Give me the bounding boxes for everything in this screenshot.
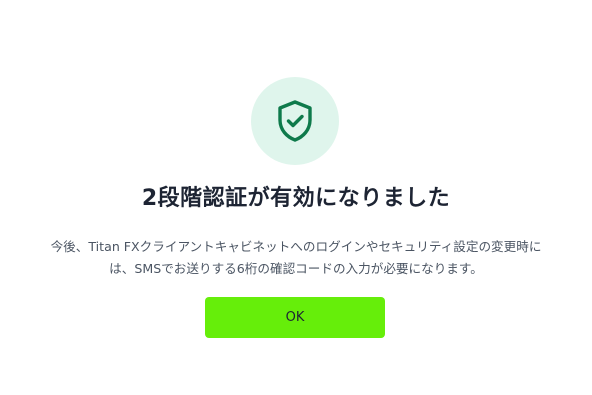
dialog-message-line-2: は、SMSでお送りする6桁の確認コードの入力が必要になります。: [109, 261, 483, 276]
shield-check-icon: [278, 100, 312, 142]
dialog-message: 今後、Titan FXクライアントキャビネットへのログインやセキュリティ設定の変…: [22, 236, 570, 280]
success-dialog: 2段階認証が有効になりました 今後、Titan FXクライアントキャビネットへの…: [0, 0, 592, 395]
shield-icon-circle: [251, 77, 339, 165]
dialog-title: 2段階認証が有効になりました: [141, 186, 451, 211]
dialog-message-line-1: 今後、Titan FXクライアントキャビネットへのログインやセキュリティ設定の変…: [50, 239, 542, 254]
ok-button[interactable]: OK: [205, 297, 385, 338]
